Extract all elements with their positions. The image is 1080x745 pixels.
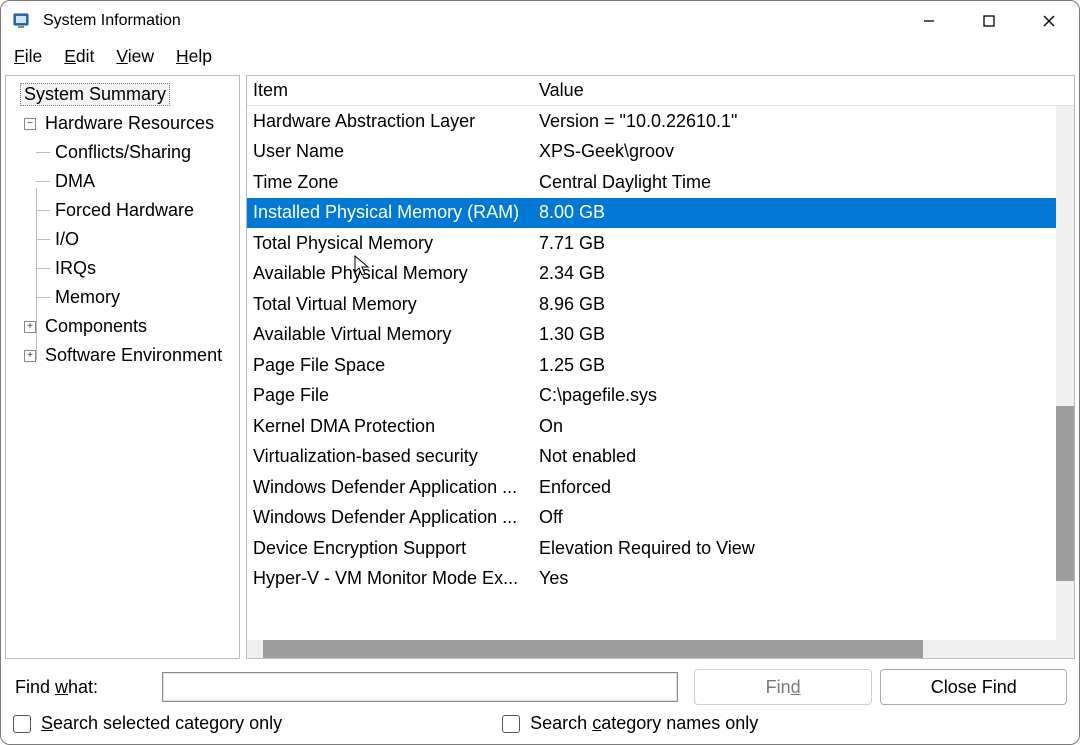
list-row[interactable]: Virtualization-based securityNot enabled xyxy=(247,442,1056,473)
list-row[interactable]: Windows Defender Application ...Enforced xyxy=(247,472,1056,503)
tree-forced-hardware[interactable]: Forced Hardware xyxy=(6,196,239,225)
search-selected-checkbox[interactable] xyxy=(13,715,31,733)
list-cell-item: Hyper-V - VM Monitor Mode Ex... xyxy=(247,568,537,589)
list-row[interactable]: User NameXPS-Geek\groov xyxy=(247,137,1056,168)
collapse-icon[interactable]: − xyxy=(24,118,36,130)
list-cell-item: Device Encryption Support xyxy=(247,538,537,559)
list-row[interactable]: Page FileC:\pagefile.sys xyxy=(247,381,1056,412)
list-body: Hardware Abstraction LayerVersion = "10.… xyxy=(247,106,1074,658)
list-cell-item: Time Zone xyxy=(247,172,537,193)
window-title: System Information xyxy=(43,12,181,30)
find-bar: Find what: Find Close Find Search select… xyxy=(1,663,1079,744)
maximize-button[interactable] xyxy=(959,1,1019,41)
list-cell-value: 2.34 GB xyxy=(537,263,1056,284)
category-tree[interactable]: System Summary −Hardware Resources Confl… xyxy=(6,76,239,370)
find-input[interactable] xyxy=(162,672,678,702)
title-bar: System Information xyxy=(1,1,1079,41)
vertical-scroll-thumb[interactable] xyxy=(1056,406,1074,581)
list-cell-value: 1.25 GB xyxy=(537,355,1056,376)
tree-irqs[interactable]: IRQs xyxy=(6,254,239,283)
vertical-scrollbar[interactable] xyxy=(1056,106,1074,658)
list-cell-item: Available Physical Memory xyxy=(247,263,537,284)
search-selected-label[interactable]: Search selected category only xyxy=(41,713,282,734)
list-header[interactable]: Item Value xyxy=(247,76,1074,106)
list-cell-item: Hardware Abstraction Layer xyxy=(247,111,537,132)
list-cell-value: Elevation Required to View xyxy=(537,538,1056,559)
list-row[interactable]: Kernel DMA ProtectionOn xyxy=(247,411,1056,442)
tree-memory[interactable]: Memory xyxy=(6,283,239,312)
list-cell-item: Installed Physical Memory (RAM) xyxy=(247,202,537,223)
list-cell-value: 8.00 GB xyxy=(537,202,1056,223)
search-names-checkbox[interactable] xyxy=(502,715,520,733)
menu-view[interactable]: View xyxy=(116,46,154,67)
list-row[interactable]: Time ZoneCentral Daylight Time xyxy=(247,167,1056,198)
list-cell-value: 8.96 GB xyxy=(537,294,1056,315)
list-cell-value: Central Daylight Time xyxy=(537,172,1056,193)
list-cell-item: Page File Space xyxy=(247,355,537,376)
list-cell-item: Kernel DMA Protection xyxy=(247,416,537,437)
horizontal-scrollbar[interactable] xyxy=(247,640,1074,658)
app-icon xyxy=(11,10,33,32)
find-what-label: Find what: xyxy=(13,677,154,698)
list-row[interactable]: Total Physical Memory7.71 GB xyxy=(247,228,1056,259)
list-cell-item: Total Physical Memory xyxy=(247,233,537,254)
menu-file[interactable]: File xyxy=(14,46,42,67)
list-row[interactable]: Available Physical Memory2.34 GB xyxy=(247,259,1056,290)
column-header-value[interactable]: Value xyxy=(537,76,1074,105)
list-cell-item: Virtualization-based security xyxy=(247,446,537,467)
tree-pane: System Summary −Hardware Resources Confl… xyxy=(5,75,240,659)
menu-bar: File Edit View Help xyxy=(1,41,1079,71)
list-cell-item: Windows Defender Application ... xyxy=(247,477,537,498)
list-cell-value: Version = "10.0.22610.1" xyxy=(537,111,1056,132)
list-rows-container: Hardware Abstraction LayerVersion = "10.… xyxy=(247,106,1056,640)
list-row[interactable]: Hardware Abstraction LayerVersion = "10.… xyxy=(247,106,1056,137)
search-names-label[interactable]: Search category names only xyxy=(530,713,758,734)
list-cell-value: 7.71 GB xyxy=(537,233,1056,254)
tree-io[interactable]: I/O xyxy=(6,225,239,254)
window-controls xyxy=(899,1,1079,41)
menu-edit[interactable]: Edit xyxy=(64,46,94,67)
list-pane: Item Value Hardware Abstraction LayerVer… xyxy=(246,75,1075,659)
menu-help[interactable]: Help xyxy=(176,46,212,67)
list-cell-item: User Name xyxy=(247,141,537,162)
list-cell-value: C:\pagefile.sys xyxy=(537,385,1056,406)
tree-system-summary[interactable]: System Summary xyxy=(6,80,239,109)
list-cell-item: Total Virtual Memory xyxy=(247,294,537,315)
list-cell-value: Yes xyxy=(537,568,1056,589)
list-row[interactable]: Device Encryption SupportElevation Requi… xyxy=(247,533,1056,564)
list-cell-item: Available Virtual Memory xyxy=(247,324,537,345)
list-cell-item: Page File xyxy=(247,385,537,406)
tree-conflicts-sharing[interactable]: Conflicts/Sharing xyxy=(6,138,239,167)
tree-software-environment[interactable]: +Software Environment xyxy=(6,341,239,370)
list-row[interactable]: Hyper-V - VM Monitor Mode Ex...Yes xyxy=(247,564,1056,595)
main-area: System Summary −Hardware Resources Confl… xyxy=(1,71,1079,663)
list-cell-value: 1.30 GB xyxy=(537,324,1056,345)
close-find-button[interactable]: Close Find xyxy=(880,669,1067,705)
tree-components[interactable]: +Components xyxy=(6,312,239,341)
tree-hardware-resources[interactable]: −Hardware Resources xyxy=(6,109,239,138)
list-cell-value: Enforced xyxy=(537,477,1056,498)
window-frame: System Information File Edit View Help S… xyxy=(0,0,1080,745)
list-cell-value: Off xyxy=(537,507,1056,528)
minimize-button[interactable] xyxy=(899,1,959,41)
list-row[interactable]: Installed Physical Memory (RAM)8.00 GB xyxy=(247,198,1056,229)
horizontal-scroll-thumb[interactable] xyxy=(263,640,923,658)
tree-dma[interactable]: DMA xyxy=(6,167,239,196)
list-row[interactable]: Windows Defender Application ...Off xyxy=(247,503,1056,534)
expand-icon[interactable]: + xyxy=(24,321,36,333)
find-button[interactable]: Find xyxy=(694,669,873,705)
list-cell-value: Not enabled xyxy=(537,446,1056,467)
list-cell-value: XPS-Geek\groov xyxy=(537,141,1056,162)
column-header-item[interactable]: Item xyxy=(247,76,537,105)
list-row[interactable]: Total Virtual Memory8.96 GB xyxy=(247,289,1056,320)
list-cell-value: On xyxy=(537,416,1056,437)
list-row[interactable]: Available Virtual Memory1.30 GB xyxy=(247,320,1056,351)
expand-icon[interactable]: + xyxy=(24,350,36,362)
list-row[interactable]: Page File Space1.25 GB xyxy=(247,350,1056,381)
list-cell-item: Windows Defender Application ... xyxy=(247,507,537,528)
close-button[interactable] xyxy=(1019,1,1079,41)
